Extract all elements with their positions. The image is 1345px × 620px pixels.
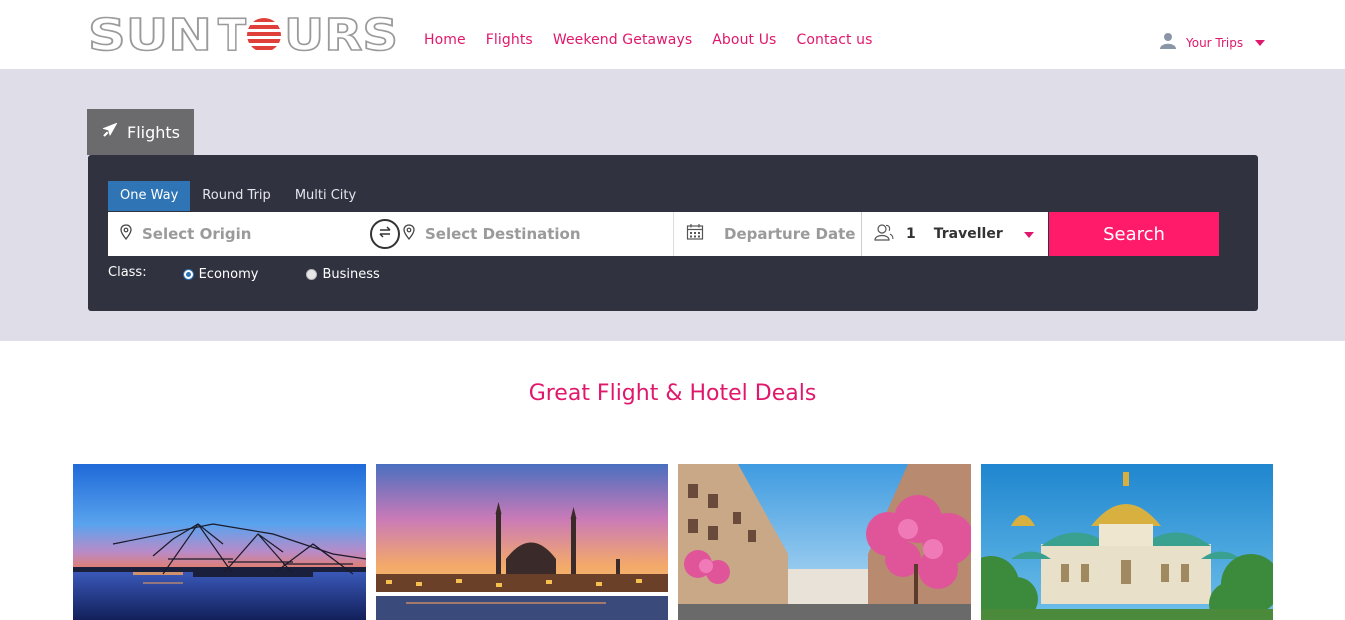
- class-selector: Class: Economy Business: [108, 263, 428, 282]
- your-trips-menu[interactable]: Your Trips: [1160, 32, 1266, 53]
- swap-arrows-icon: [377, 224, 393, 244]
- location-pin-icon: [403, 224, 415, 244]
- main-nav: Home Flights Weekend Getaways About Us C…: [424, 31, 893, 49]
- search-button[interactable]: Search: [1049, 212, 1219, 256]
- class-economy-label: Economy: [198, 267, 259, 282]
- cathedral-image: [981, 464, 1273, 620]
- tab-round-trip[interactable]: Round Trip: [190, 181, 283, 211]
- origin-field[interactable]: Select Origin: [108, 212, 373, 256]
- tab-multi-city[interactable]: Multi City: [283, 181, 368, 211]
- svg-text:URS: URS: [284, 14, 398, 56]
- nav-home[interactable]: Home: [424, 31, 466, 49]
- deals-heading: Great Flight & Hotel Deals: [528, 381, 817, 406]
- chevron-down-icon: [1255, 39, 1266, 46]
- deal-card-2[interactable]: [376, 464, 668, 620]
- travellers-icon: [874, 223, 894, 245]
- swap-button[interactable]: [370, 219, 400, 249]
- radio-checked-icon: [182, 269, 194, 280]
- origin-placeholder: Select Origin: [142, 225, 252, 243]
- nav-weekend-getaways[interactable]: Weekend Getaways: [553, 31, 692, 49]
- user-icon: [1160, 32, 1176, 53]
- search-row: Select Origin Select Destination Departu…: [108, 212, 1219, 256]
- class-economy-radio[interactable]: Economy: [182, 267, 259, 282]
- svg-text:SUN: SUN: [88, 14, 212, 56]
- destination-field[interactable]: Select Destination: [373, 212, 673, 256]
- departure-date-placeholder: Departure Date: [724, 225, 856, 243]
- your-trips-label: Your Trips: [1186, 35, 1244, 50]
- chevron-down-icon: [1024, 232, 1034, 238]
- tab-flights-label: Flights: [127, 122, 180, 142]
- deal-card-4[interactable]: [981, 464, 1273, 620]
- tab-one-way[interactable]: One Way: [108, 181, 191, 211]
- tab-flights[interactable]: Flights: [87, 109, 194, 155]
- departure-date-field[interactable]: Departure Date: [673, 212, 861, 256]
- search-panel: One Way Round Trip Multi City Select Ori…: [88, 155, 1258, 311]
- traveller-count: 1: [906, 226, 916, 242]
- calendar-icon: [686, 223, 704, 245]
- airplane-icon: [101, 121, 119, 143]
- site-header: SUN T URS Home Flights Weekend Getaways …: [0, 0, 1345, 69]
- deal-card-1[interactable]: [73, 464, 366, 620]
- class-business-label: Business: [322, 267, 380, 282]
- nav-about-us[interactable]: About Us: [712, 31, 776, 49]
- fishing-nets-sunset-image: [73, 464, 366, 620]
- location-pin-icon: [120, 224, 132, 244]
- blossom-street-image: [678, 464, 971, 620]
- traveller-select[interactable]: 1 Traveller: [861, 212, 1048, 256]
- radio-unchecked-icon: [306, 269, 318, 280]
- destination-placeholder: Select Destination: [425, 225, 581, 243]
- deal-card-3[interactable]: [678, 464, 971, 620]
- traveller-label: Traveller: [933, 226, 1003, 242]
- search-hero: Flights One Way Round Trip Multi City Se…: [0, 69, 1345, 341]
- trip-type-tabs: One Way Round Trip Multi City: [108, 181, 368, 211]
- class-label: Class:: [108, 265, 147, 280]
- svg-text:T: T: [218, 14, 246, 56]
- class-business-radio[interactable]: Business: [306, 267, 380, 282]
- mosque-skyline-image: [376, 464, 668, 620]
- nav-flights[interactable]: Flights: [486, 31, 533, 49]
- sun-tours-logo[interactable]: SUN T URS: [87, 9, 400, 62]
- nav-contact-us[interactable]: Contact us: [796, 31, 872, 49]
